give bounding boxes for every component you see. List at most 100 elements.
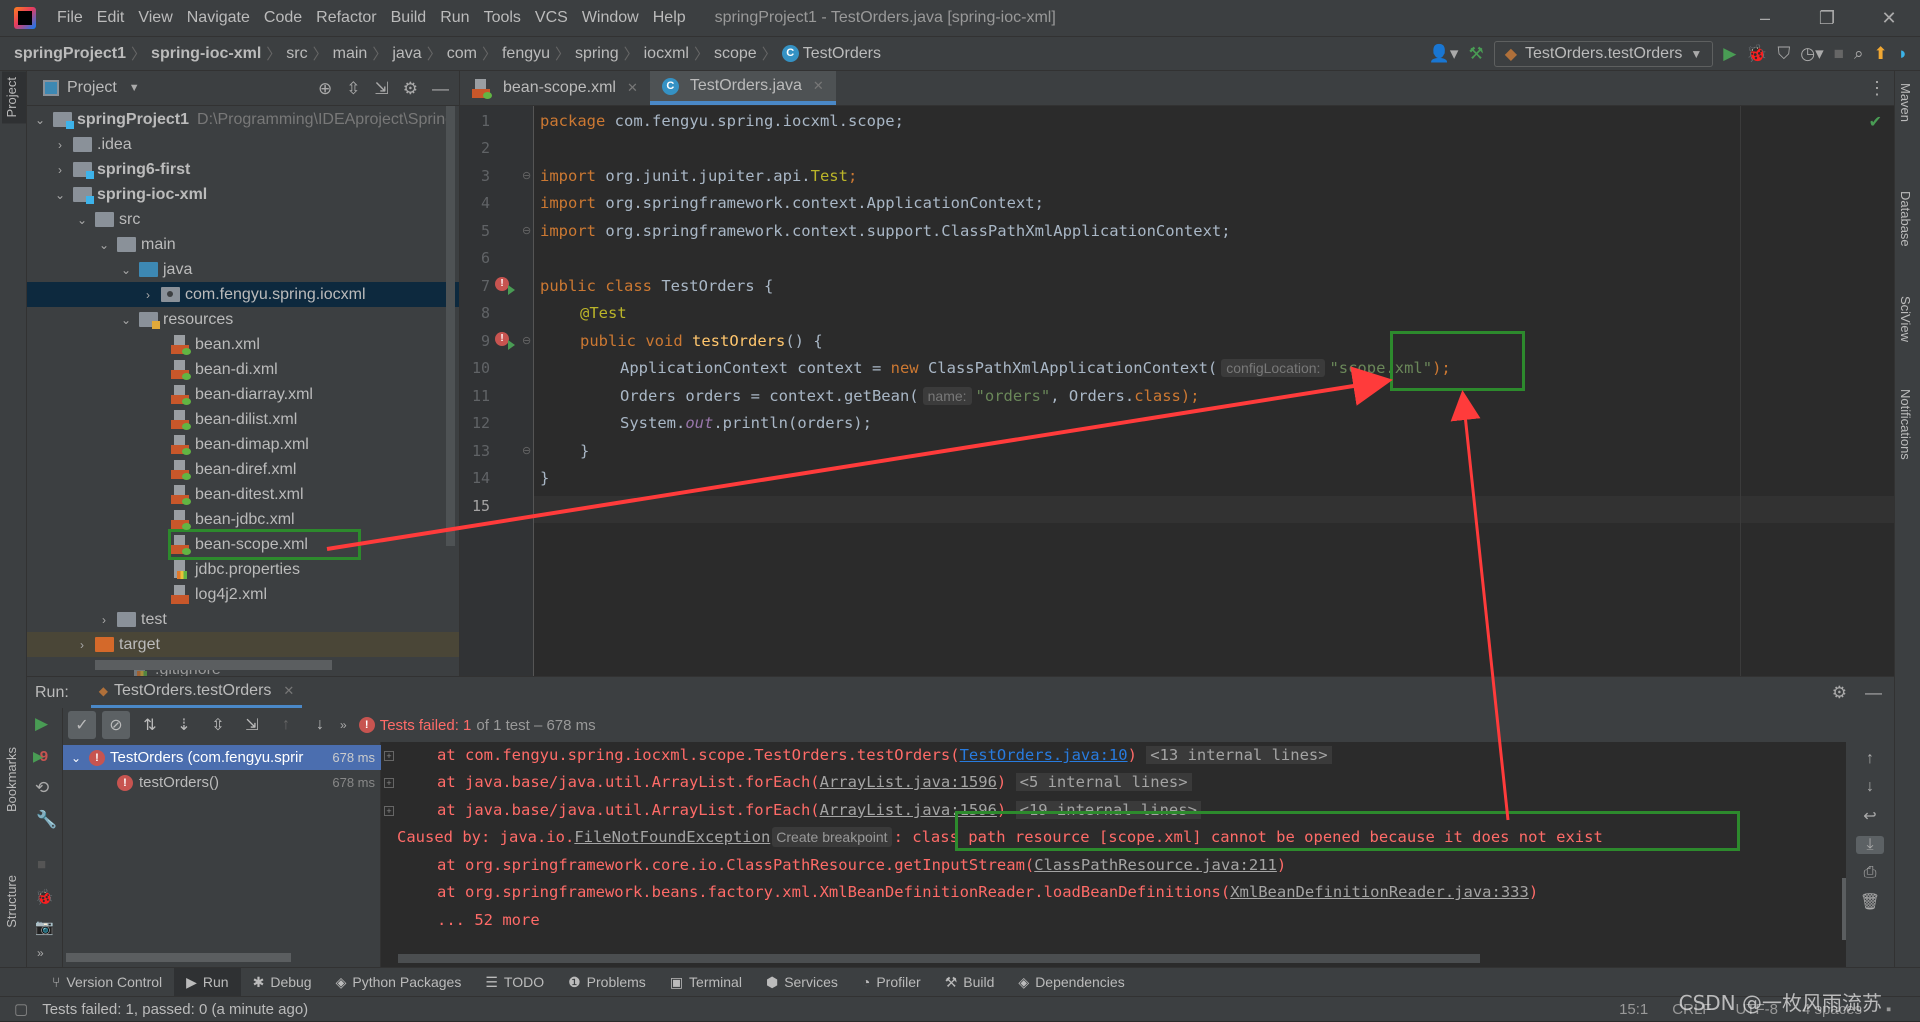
tree-item[interactable]: › test [27, 607, 459, 632]
exception-link[interactable]: FileNotFoundException [574, 828, 770, 846]
more-options-icon[interactable]: ⋮ [1868, 71, 1886, 106]
tool-tab-build[interactable]: ⚒ Build [933, 968, 1007, 997]
close-icon[interactable]: ✕ [813, 78, 824, 94]
profile-icon[interactable]: ◷▾ [1800, 44, 1823, 64]
tool-tab-problems[interactable]: ❶ Problems [556, 968, 658, 997]
breadcrumb-item[interactable]: spring-ioc-xml [151, 45, 261, 63]
collapse-all-icon[interactable]: ⇲ [375, 79, 389, 99]
debug-icon[interactable]: 🐞 [35, 888, 54, 906]
fold-icon[interactable]: ⊖ [522, 444, 531, 457]
internal-lines-fold[interactable]: <5 internal lines> [1015, 773, 1192, 791]
fold-icon[interactable]: ⊖ [522, 169, 531, 182]
camera-icon[interactable]: 📷 [35, 918, 54, 936]
tree-item[interactable]: bean-diarray.xml [27, 382, 459, 407]
breadcrumb-item[interactable]: fengyu [502, 45, 550, 63]
expand-all-icon[interactable]: ⇳ [346, 79, 360, 99]
collapse-all-icon[interactable]: ⇲ [238, 711, 266, 739]
tree-item[interactable]: bean.xml [27, 332, 459, 357]
close-icon[interactable]: ✕ [627, 80, 638, 96]
sort-alpha-icon[interactable]: ⇅ [136, 711, 164, 739]
tree-item[interactable]: ⌄ main [27, 232, 459, 257]
fold-icon[interactable]: ⊖ [522, 334, 531, 347]
menu-vcs[interactable]: VCS [528, 9, 575, 27]
breadcrumb-item[interactable]: scope [714, 45, 757, 63]
trash-icon[interactable]: 🗑 [1860, 892, 1880, 912]
menu-run[interactable]: Run [433, 9, 476, 27]
chevron-right-icon[interactable]: › [53, 138, 67, 152]
breadcrumb-current[interactable]: TestOrders [803, 45, 881, 63]
tree-item[interactable]: › .idea [27, 132, 459, 157]
update-icon[interactable]: ⬆ [1873, 44, 1887, 64]
status-message[interactable]: Tests failed: 1, passed: 0 (a minute ago… [42, 1001, 308, 1018]
breadcrumb-item[interactable]: src [286, 45, 307, 63]
project-vertical-scrollbar[interactable] [446, 106, 455, 546]
minimize-button[interactable]: – [1734, 0, 1796, 37]
chevron-right-icon[interactable]: › [141, 288, 155, 302]
tool-tab-version-control[interactable]: ⑂ Version Control [40, 968, 174, 997]
gear-icon[interactable]: ⚙ [1832, 677, 1847, 709]
tree-item[interactable]: log4j2.xml [27, 582, 459, 607]
rerun-icon[interactable]: ▶ [35, 714, 48, 734]
hide-icon[interactable]: — [1865, 677, 1882, 709]
search-icon[interactable]: ⌕ [1854, 44, 1864, 64]
source-link[interactable]: XmlBeanDefinitionReader.java:333 [1230, 883, 1529, 901]
menu-code[interactable]: Code [257, 9, 309, 27]
tree-item[interactable]: ⌄ resources [27, 307, 459, 332]
tree-item[interactable]: › target [27, 632, 459, 657]
internal-lines-fold[interactable]: <13 internal lines> [1146, 746, 1332, 764]
dropdown-arrow-icon[interactable]: ▼ [129, 82, 140, 94]
soft-wrap-icon[interactable]: ↩ [1863, 806, 1876, 826]
locate-icon[interactable]: ⊕ [318, 79, 332, 99]
tool-tab-debug[interactable]: ✱ Debug [241, 968, 324, 997]
tree-item[interactable]: ⌄ src [27, 207, 459, 232]
code-editor[interactable]: ✔ package com.fengyu.spring.iocxml.scope… [534, 106, 1894, 676]
user-icon[interactable]: 👤▾ [1429, 44, 1459, 64]
scroll-to-end-icon[interactable]: ⤓ [1856, 836, 1884, 854]
up-stack-icon[interactable]: ↑ [1866, 750, 1874, 768]
gear-icon[interactable]: ⚙ [403, 79, 418, 99]
tree-item[interactable]: › spring6-first [27, 157, 459, 182]
chevron-down-icon[interactable]: ⌄ [97, 238, 111, 252]
tab-bean-scope-xml[interactable]: bean-scope.xml ✕ [460, 71, 650, 105]
toggle-auto-test-icon[interactable]: ⟲ [35, 778, 49, 798]
run-tab[interactable]: ◆ TestOrders.testOrders ✕ [90, 677, 303, 709]
show-passed-toggle[interactable]: ✓ [68, 711, 96, 739]
create-breakpoint-button[interactable]: Create breakpoint [772, 827, 892, 847]
plugin-icon[interactable]: ◗ [1898, 44, 1908, 64]
chevron-right-icon[interactable]: › [75, 638, 89, 652]
project-view-title[interactable]: Project [67, 79, 117, 97]
expand-all-icon[interactable]: ⇳ [204, 711, 232, 739]
source-link[interactable]: ClassPathResource.java:211 [1034, 856, 1277, 874]
wrench-icon[interactable]: 🔧 [36, 810, 57, 830]
breadcrumb-item[interactable]: java [392, 45, 421, 63]
caret-position[interactable]: 15:1 [1619, 997, 1648, 1022]
tree-item[interactable]: jdbc.properties [27, 557, 459, 582]
chevron-down-icon[interactable]: ⌄ [75, 213, 89, 227]
build-hammer-icon[interactable]: ⚒ [1468, 44, 1483, 64]
console-horizontal-scrollbar[interactable] [398, 954, 1480, 963]
next-failed-icon[interactable]: ↓ [306, 711, 334, 739]
menu-build[interactable]: Build [384, 9, 434, 27]
tree-item-selected[interactable]: › com.fengyu.spring.iocxml [27, 282, 459, 307]
tool-tab-dependencies[interactable]: ◈ Dependencies [1006, 968, 1136, 997]
breadcrumb-item[interactable]: com [447, 45, 477, 63]
lock-icon[interactable]: ▪ [1886, 997, 1900, 1022]
menu-view[interactable]: View [131, 9, 179, 27]
run-icon[interactable]: ▶ [1723, 44, 1736, 64]
tool-tab-database[interactable]: Database [1898, 191, 1913, 247]
tree-item[interactable]: bean-dimap.xml [27, 432, 459, 457]
tool-tab-notifications[interactable]: Notifications [1898, 389, 1913, 460]
test-case-row[interactable]: ! testOrders() 678 ms [63, 770, 381, 795]
breadcrumb-item[interactable]: spring [575, 45, 619, 63]
tree-item[interactable]: bean-ditest.xml [27, 482, 459, 507]
menu-refactor[interactable]: Refactor [309, 9, 383, 27]
tool-tab-run[interactable]: ▶ Run [174, 967, 241, 997]
tool-tab-terminal[interactable]: ▣ Terminal [658, 968, 754, 997]
no-problems-check-icon[interactable]: ✔ [1869, 112, 1882, 132]
menu-tools[interactable]: Tools [477, 9, 528, 27]
chevron-down-icon[interactable]: ⌄ [33, 113, 47, 127]
tree-item[interactable]: bean-diref.xml [27, 457, 459, 482]
tool-tab-bookmarks[interactable]: Bookmarks [2, 741, 21, 818]
debug-icon[interactable]: 🐞 [1746, 44, 1767, 64]
close-icon[interactable]: ✕ [283, 683, 294, 699]
